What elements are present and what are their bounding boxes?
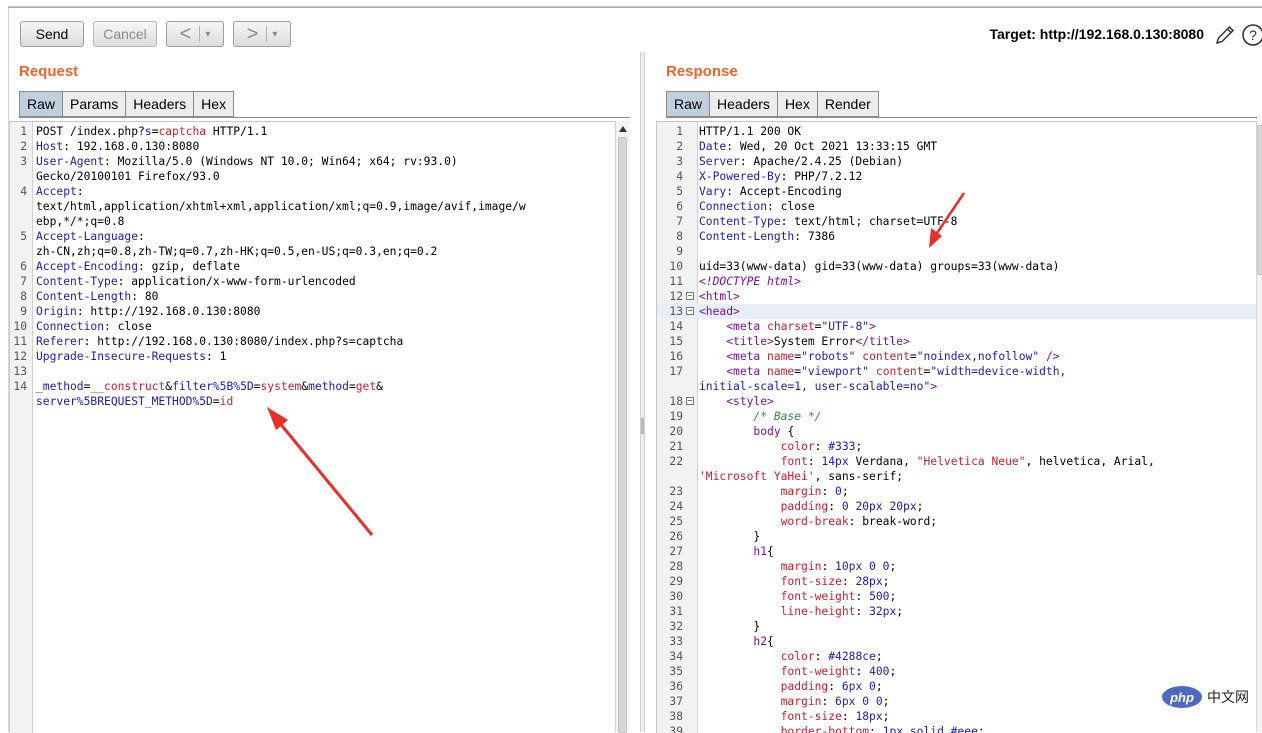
response-annotation-arrow	[929, 192, 966, 248]
php-cn-watermark: php 中文网	[1162, 686, 1249, 708]
php-logo-icon: php	[1162, 686, 1202, 708]
annotation-arrows	[267, 192, 966, 536]
watermark-text: 中文网	[1207, 689, 1249, 705]
request-annotation-arrow	[267, 407, 374, 536]
